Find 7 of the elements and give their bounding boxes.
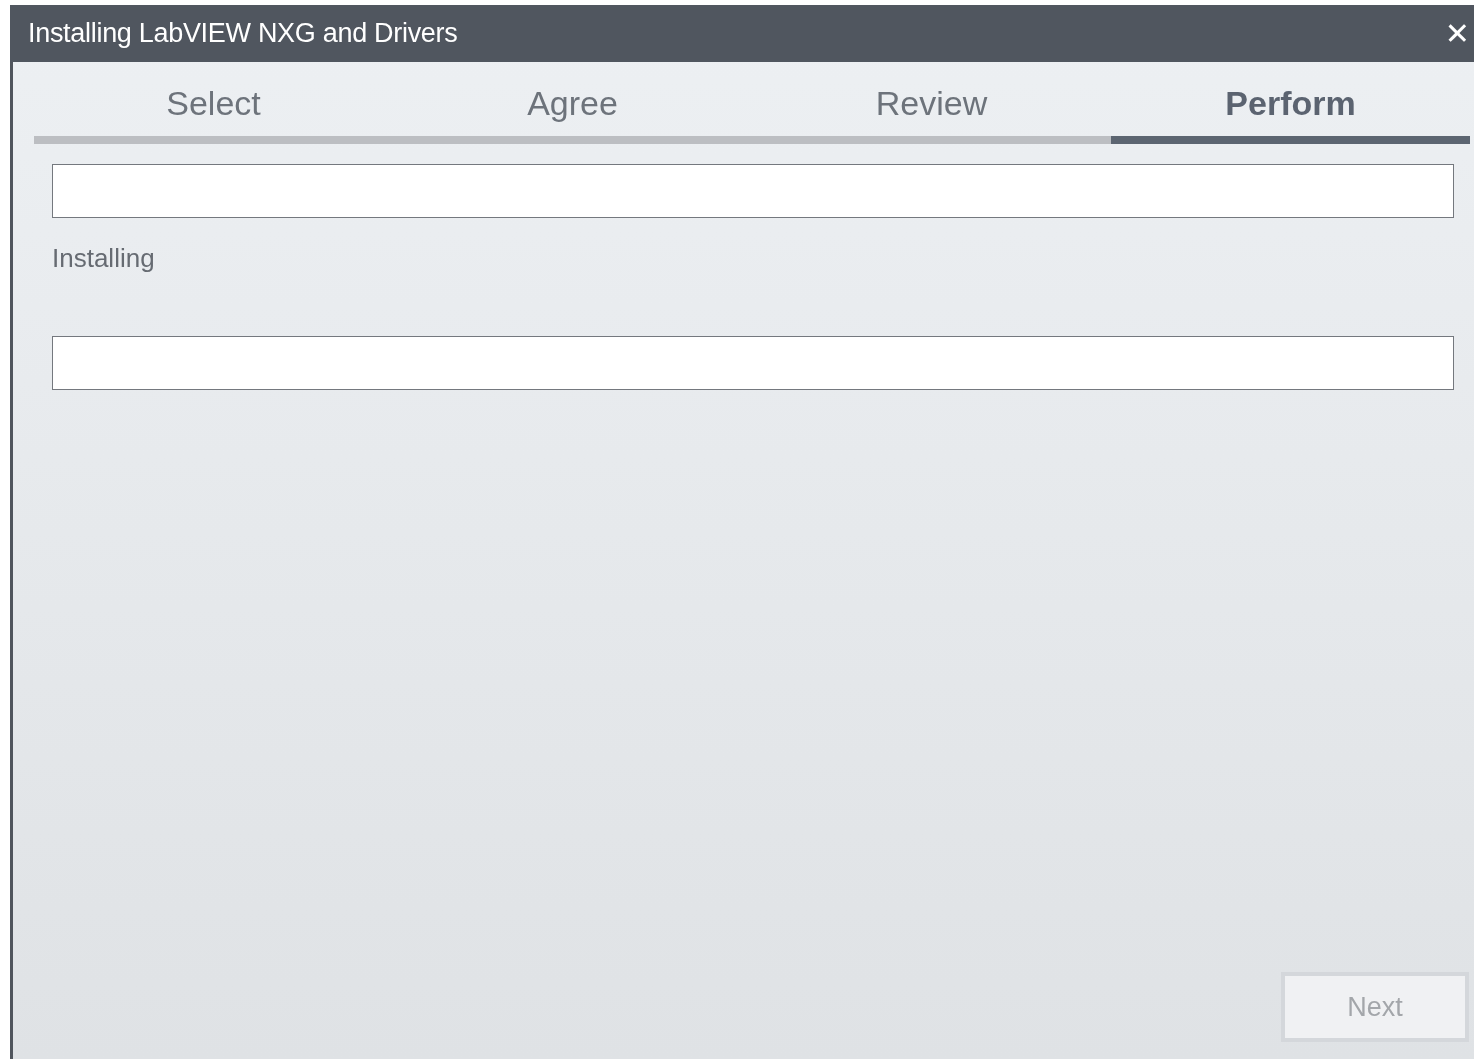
step-tab[interactable]: Review	[875, 84, 988, 136]
close-button[interactable]: ✕	[1440, 16, 1474, 51]
window-title: Installing LabVIEW NXG and Drivers	[28, 18, 458, 49]
status-text: Installing	[52, 243, 155, 274]
step-tab[interactable]: Perform	[1225, 84, 1356, 136]
step-tab[interactable]: Agree	[527, 84, 618, 136]
step-tab[interactable]: Select	[166, 84, 261, 136]
